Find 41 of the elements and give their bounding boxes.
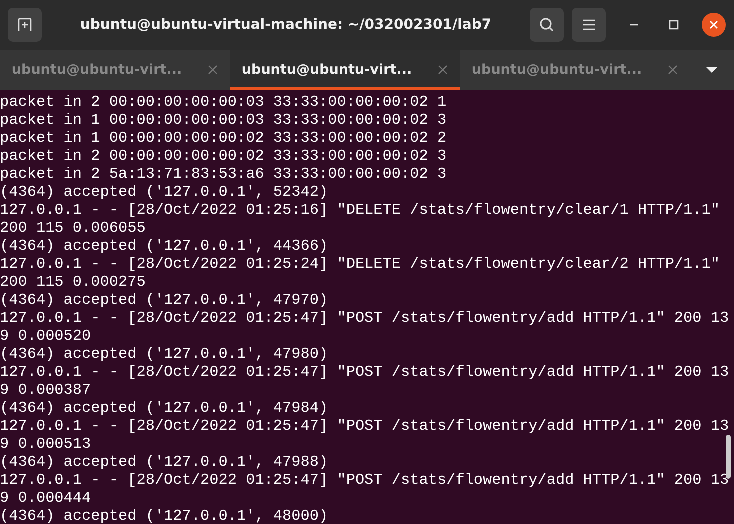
terminal-line: (4364) accepted ('127.0.0.1', 48000) (0, 507, 330, 524)
terminal-line: 9 0.000444 (0, 489, 92, 507)
terminal-line: packet in 2 00:00:00:00:00:03 33:33:00:00:00:02 1 (0, 93, 448, 111)
terminal-line: (4364) accepted ('127.0.0.1', 47988) (0, 453, 330, 471)
window-title: ubuntu@ubuntu-virtual-machine: ~/032002301/lab7 (79, 17, 493, 33)
menu-button[interactable] (572, 8, 606, 42)
terminal-line: 127.0.0.1 - - [28/Oct/2022 01:25:47] "POST /stats/flowentry/add HTTP/1.1" 200 13 (0, 363, 730, 381)
search-button[interactable] (530, 8, 564, 42)
terminal-line: packet in 1 00:00:00:00:00:02 33:33:00:00:00:02 2 (0, 129, 448, 147)
tab[interactable]: ubuntu@ubuntu-virt... (460, 50, 690, 90)
terminal-line: 127.0.0.1 - - [28/Oct/2022 01:25:47] "POST /stats/flowentry/add HTTP/1.1" 200 13 (0, 309, 730, 327)
terminal-line: (4364) accepted ('127.0.0.1', 44366) (0, 237, 330, 255)
close-tab-icon[interactable] (438, 65, 448, 75)
new-tab-icon (17, 17, 33, 33)
terminal-line: packet in 2 5a:13:71:83:53:a6 33:33:00:00:00:02 3 (0, 165, 448, 183)
terminal-line: 9 0.000513 (0, 435, 92, 453)
terminal-line: 127.0.0.1 - - [28/Oct/2022 01:25:16] "DELETE /stats/flowentry/clear/1 HTTP/1.1" (0, 201, 722, 219)
tab[interactable]: ubuntu@ubuntu-virt... (230, 50, 460, 90)
terminal-line: (4364) accepted ('127.0.0.1', 47970) (0, 291, 330, 309)
close-button[interactable] (702, 13, 726, 37)
terminal-line: packet in 2 00:00:00:00:00:02 33:33:00:00:00:02 3 (0, 147, 448, 165)
terminal-line: 200 115 0.006055 (0, 219, 147, 237)
close-icon (709, 20, 719, 30)
terminal-line: packet in 1 00:00:00:00:00:03 33:33:00:00:00:02 3 (0, 111, 448, 129)
terminal-line: 127.0.0.1 - - [28/Oct/2022 01:25:47] "POST /stats/flowentry/add HTTP/1.1" 200 13 (0, 417, 730, 435)
terminal-line: 127.0.0.1 - - [28/Oct/2022 01:25:24] "DELETE /stats/flowentry/clear/2 HTTP/1.1" (0, 255, 722, 273)
terminal-line: (4364) accepted ('127.0.0.1', 47984) (0, 399, 330, 417)
terminal-line: (4364) accepted ('127.0.0.1', 52342) (0, 183, 330, 201)
close-tab-icon[interactable] (208, 65, 218, 75)
maximize-icon (669, 20, 679, 30)
terminal-line: 9 0.000520 (0, 327, 92, 345)
terminal-line: 9 0.000387 (0, 381, 92, 399)
terminal-line: (4364) accepted ('127.0.0.1', 47980) (0, 345, 330, 363)
tab[interactable]: ubuntu@ubuntu-virt... (0, 50, 230, 90)
minimize-icon (630, 24, 638, 26)
close-tab-icon[interactable] (668, 65, 678, 75)
terminal-line: 200 115 0.000275 (0, 273, 147, 291)
menu-icon (582, 19, 596, 31)
new-tab-button[interactable] (8, 8, 42, 42)
search-icon (539, 17, 555, 33)
dropdown-caret-icon[interactable] (706, 66, 718, 74)
